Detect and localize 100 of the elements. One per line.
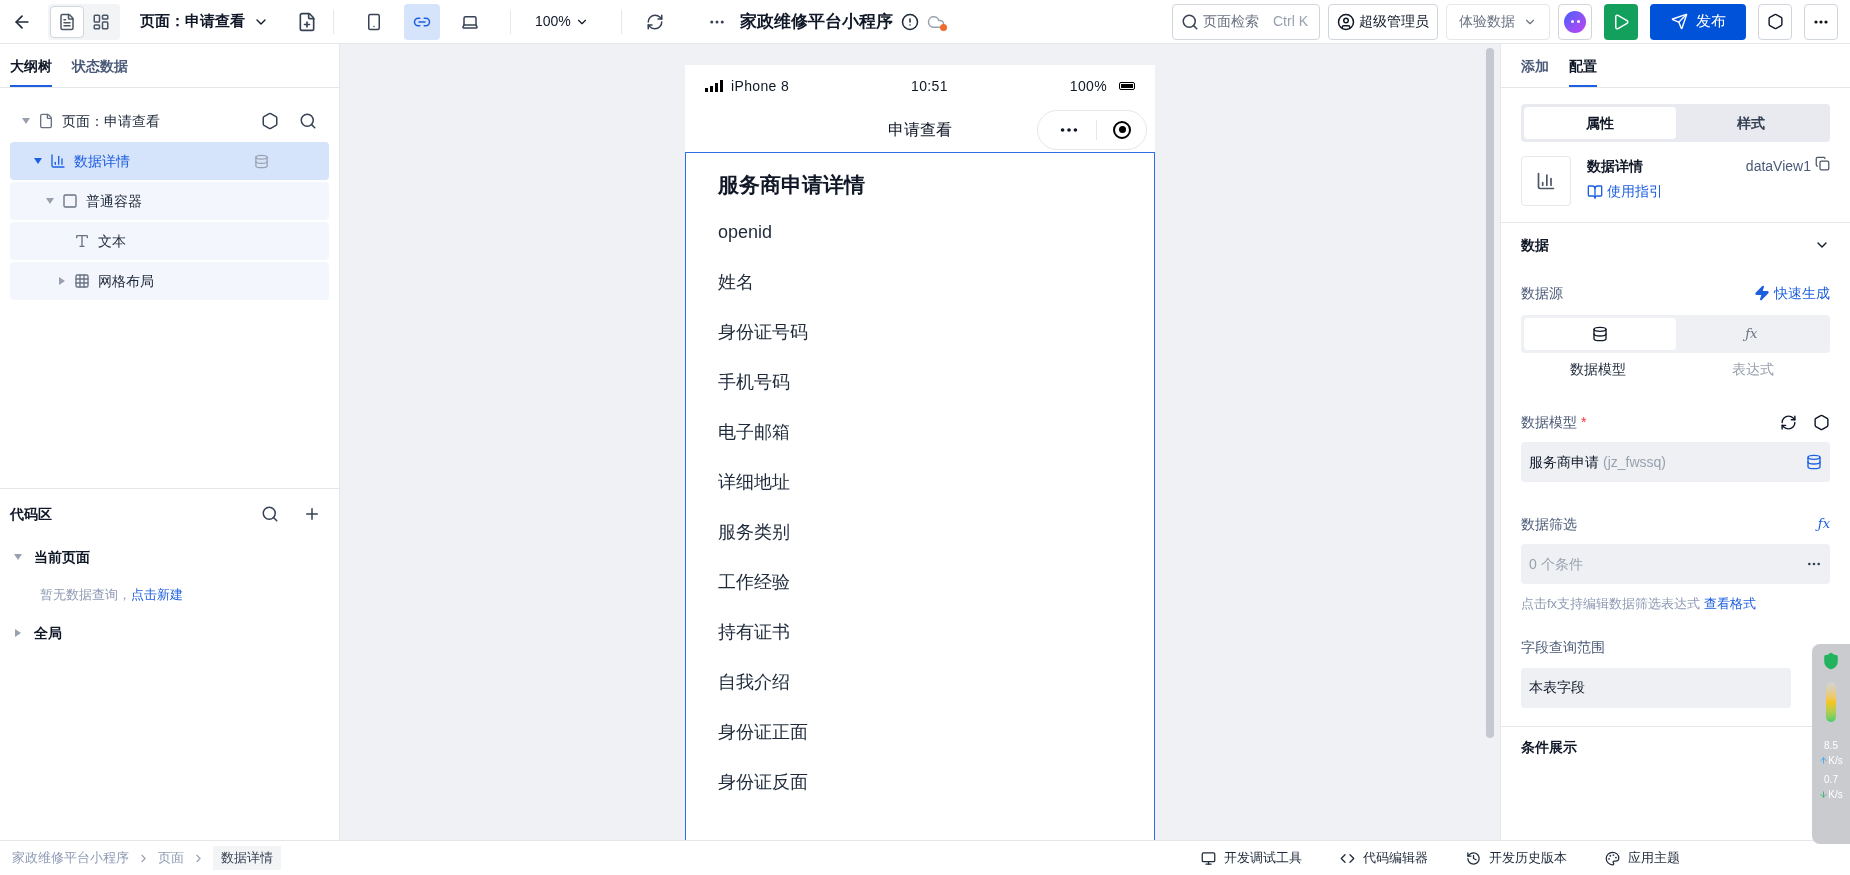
data-mode-selector[interactable]: 体验数据 <box>1446 3 1550 40</box>
more-icon <box>1814 19 1828 24</box>
book-icon <box>1587 183 1603 200</box>
preview-button[interactable] <box>1604 3 1638 40</box>
field-label: 详细地址 <box>718 471 790 494</box>
settings-button[interactable] <box>1758 3 1792 40</box>
shortcut-hint: Ctrl K <box>1273 12 1308 31</box>
required-mark-icon: * <box>1581 411 1587 433</box>
phone-icon <box>365 12 383 31</box>
field-label: 字段查询范围 <box>1521 638 1605 657</box>
guide-link[interactable]: 使用指引 <box>1587 181 1663 202</box>
page-icon <box>38 113 54 129</box>
signal-icon <box>705 80 723 92</box>
field-label: 持有证书 <box>718 621 790 644</box>
code-area-title: 代码区 <box>10 504 52 524</box>
publish-button[interactable]: 发布 <box>1650 3 1746 40</box>
shield-icon <box>1822 652 1840 670</box>
create-link[interactable]: 点击新建 <box>131 585 183 605</box>
container-icon <box>62 193 78 209</box>
tree-item[interactable]: 普通容器 <box>10 182 329 220</box>
field-label: 姓名 <box>718 271 754 294</box>
panel-tab[interactable]: 状态数据 <box>72 56 128 87</box>
dataview-icon <box>50 153 66 169</box>
quick-generate-link[interactable]: 快速生成 <box>1754 282 1830 304</box>
section-title: 条件展示 <box>1521 737 1577 757</box>
theme-tool-icon <box>1605 850 1620 866</box>
tree-label: 普通容器 <box>86 191 142 211</box>
more-button[interactable] <box>1804 3 1838 40</box>
segment-tab[interactable]: 样式 <box>1675 107 1827 139</box>
expanded-caret-icon[interactable] <box>14 553 22 561</box>
play-icon <box>1612 12 1630 31</box>
tree-label: 页面：申请查看 <box>62 111 160 131</box>
panel-tab[interactable]: 添加 <box>1521 56 1549 87</box>
add-page-icon[interactable] <box>297 11 317 32</box>
segment-tab[interactable]: 属性 <box>1524 107 1676 139</box>
refresh-icon[interactable] <box>645 12 664 31</box>
panel-tab[interactable]: 配置 <box>1569 56 1597 87</box>
detail-heading: 服务商申请详情 <box>718 172 865 198</box>
section-title: 数据 <box>1521 235 1549 255</box>
format-link[interactable]: 查看格式 <box>1703 596 1756 611</box>
tool-button[interactable]: 应用主题 <box>1605 848 1680 868</box>
model-select[interactable]: 服务商申请 (jz_fwssq) <box>1521 442 1830 482</box>
page-selector[interactable]: 页面：申请查看 <box>140 10 269 33</box>
tree-item[interactable]: 数据详情 <box>10 142 329 180</box>
section-label: 当前页面 <box>34 547 90 567</box>
expanded-caret-icon[interactable] <box>34 157 42 165</box>
battery-percent: 100% <box>1069 76 1107 96</box>
data-detail-container[interactable]: 服务商申请详情 openid 姓名 身份证号码 手机号码 电子邮箱 详细地址 服务类别 工作经验 持有证书 自我介绍 身份证正面 身份证反面 <box>685 152 1155 840</box>
nav-title: 申请查看 <box>888 119 952 140</box>
tree-label: 文本 <box>98 231 126 251</box>
panel-tab[interactable]: 大纲树 <box>10 56 52 87</box>
source-option[interactable] <box>1524 318 1676 350</box>
user-icon <box>1337 12 1355 31</box>
tree-item[interactable]: 文本 <box>10 222 329 260</box>
layout-view-icon <box>92 12 110 31</box>
collapsed-caret-icon[interactable] <box>14 629 22 637</box>
view-toggle[interactable] <box>50 5 84 38</box>
refresh-icon[interactable] <box>1780 413 1797 431</box>
breadcrumb-item[interactable]: 数据详情 <box>213 846 281 870</box>
upload-icon <box>1819 756 1829 765</box>
expression-icon[interactable]: ƒx <box>1817 514 1830 534</box>
field-label: 工作经验 <box>718 571 790 594</box>
tree-item[interactable]: 页面：申请查看 <box>10 102 329 140</box>
outline-view-icon <box>58 12 76 31</box>
debug-tool-icon <box>1201 850 1216 866</box>
zoom-selector[interactable]: 100% <box>535 11 589 32</box>
settings-icon[interactable] <box>261 112 279 130</box>
component-name: 数据详情 <box>1587 157 1644 176</box>
search-input[interactable]: 页面检索 <box>1203 11 1265 32</box>
field-label: 服务类别 <box>718 521 790 544</box>
field-label: 数据模型 <box>1521 412 1577 432</box>
empty-message: 暂无数据查询， <box>40 586 131 605</box>
assistant-button[interactable] <box>1558 3 1592 40</box>
tool-button[interactable]: 代码编辑器 <box>1340 848 1428 868</box>
database-icon <box>1591 326 1608 342</box>
copy-icon[interactable] <box>1815 156 1830 171</box>
field-label: 电子邮箱 <box>718 421 790 444</box>
chart-icon <box>1536 171 1556 191</box>
add-icon[interactable] <box>303 505 321 523</box>
field-label: 身份证号码 <box>718 321 808 344</box>
miniprogram-view-button[interactable] <box>404 3 440 40</box>
user-button[interactable]: 超级管理员 <box>1328 3 1438 40</box>
scrollbar[interactable] <box>1486 48 1494 738</box>
tool-button[interactable]: 开发历史版本 <box>1466 848 1567 868</box>
info-icon[interactable] <box>901 12 920 31</box>
tree-item[interactable]: 网格布局 <box>10 262 329 300</box>
tree-label: 数据详情 <box>74 151 130 171</box>
settings-icon[interactable] <box>1813 413 1830 431</box>
search-icon <box>1181 12 1199 31</box>
search-icon[interactable] <box>299 112 317 130</box>
component-id: dataView1 <box>1745 157 1811 176</box>
scope-select[interactable]: 本表字段 <box>1521 667 1791 708</box>
grid-icon <box>74 273 90 289</box>
search-icon[interactable] <box>261 505 279 523</box>
field-label: 手机号码 <box>718 371 790 394</box>
assistant-icon <box>1564 10 1586 33</box>
close-icon[interactable] <box>1113 120 1131 139</box>
expanded-caret-icon[interactable] <box>22 117 30 125</box>
tool-button[interactable]: 开发调试工具 <box>1201 848 1302 868</box>
gauge-icon <box>1826 682 1836 722</box>
